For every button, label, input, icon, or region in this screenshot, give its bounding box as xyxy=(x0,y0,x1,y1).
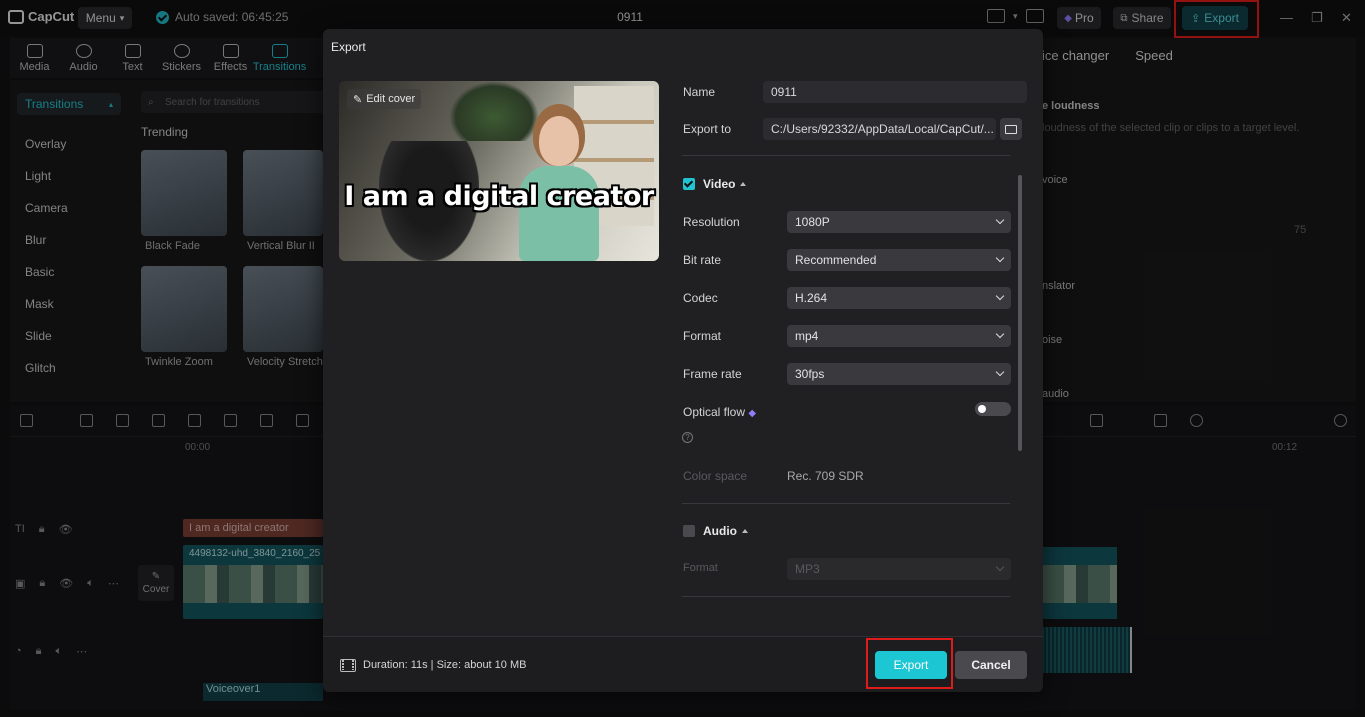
framerate-value: 30fps xyxy=(795,367,824,381)
browse-folder-button[interactable] xyxy=(1000,118,1022,140)
export-to-label: Export to xyxy=(683,122,731,136)
audio-format-select: MP3 xyxy=(787,558,1011,580)
audio-section-label: Audio xyxy=(703,524,737,538)
codec-select[interactable]: H.264 xyxy=(787,287,1011,309)
chevron-down-icon xyxy=(996,330,1004,338)
edit-cover-label: Edit cover xyxy=(366,93,415,105)
film-icon xyxy=(340,659,356,672)
format-label: Format xyxy=(683,329,721,343)
colorspace-label: Color space xyxy=(683,469,747,483)
framerate-label: Frame rate xyxy=(683,367,742,381)
chevron-down-icon xyxy=(996,563,1004,571)
format-select[interactable]: mp4 xyxy=(787,325,1011,347)
chevron-down-icon xyxy=(996,254,1004,262)
caret-up-icon xyxy=(742,529,748,533)
video-section-label: Video xyxy=(703,177,735,191)
chevron-down-icon xyxy=(996,292,1004,300)
codec-value: H.264 xyxy=(795,291,827,305)
audio-format-label: Format xyxy=(683,562,718,574)
folder-icon xyxy=(1005,125,1017,134)
divider xyxy=(682,503,1010,504)
help-icon[interactable]: ? xyxy=(682,432,693,443)
video-section-title[interactable]: Video xyxy=(703,177,746,191)
edit-cover-button[interactable]: ✎ Edit cover xyxy=(347,89,421,109)
chevron-down-icon xyxy=(996,368,1004,376)
preview-caption: I am a digital creator xyxy=(339,181,659,212)
dialog-title: Export xyxy=(331,40,366,54)
resolution-select[interactable]: 1080P xyxy=(787,211,1011,233)
optical-flow-toggle[interactable] xyxy=(975,402,1011,416)
resolution-label: Resolution xyxy=(683,215,740,229)
audio-section-title[interactable]: Audio xyxy=(703,524,748,538)
capcut-window: CapCut Menu ▾ Auto saved: 06:45:25 0911 … xyxy=(0,0,1365,717)
chevron-down-icon xyxy=(996,216,1004,224)
cover-preview: I am a digital creator ✎ Edit cover xyxy=(339,81,659,261)
export-path-input[interactable]: C:/Users/92332/AppData/Local/CapCut/... xyxy=(763,118,996,140)
divider xyxy=(682,155,1010,156)
audio-checkbox[interactable] xyxy=(683,525,695,537)
optical-flow-text: Optical flow xyxy=(683,405,745,419)
bitrate-value: Recommended xyxy=(795,253,876,267)
duration-size-info: Duration: 11s | Size: about 10 MB xyxy=(363,659,526,671)
export-dialog: Export I am a digital creator ✎ Edit cov… xyxy=(323,29,1043,692)
name-label: Name xyxy=(683,85,715,99)
codec-label: Codec xyxy=(683,291,718,305)
optical-flow-label: Optical flow ◆ xyxy=(683,405,756,419)
video-checkbox[interactable] xyxy=(683,178,695,190)
resolution-value: 1080P xyxy=(795,215,830,229)
bitrate-label: Bit rate xyxy=(683,253,721,267)
framerate-select[interactable]: 30fps xyxy=(787,363,1011,385)
pencil-icon: ✎ xyxy=(353,93,362,106)
format-value: mp4 xyxy=(795,329,818,343)
divider xyxy=(682,596,1010,597)
bitrate-select[interactable]: Recommended xyxy=(787,249,1011,271)
preview-head xyxy=(539,116,579,166)
audio-format-value: MP3 xyxy=(795,562,820,576)
diamond-icon: ◆ xyxy=(748,408,756,419)
highlight-box-export xyxy=(866,638,953,689)
cancel-button[interactable]: Cancel xyxy=(955,651,1027,679)
name-input[interactable]: 0911 xyxy=(763,81,1027,103)
colorspace-value: Rec. 709 SDR xyxy=(787,469,864,483)
settings-scrollbar[interactable] xyxy=(1018,175,1022,451)
caret-up-icon xyxy=(740,182,746,186)
